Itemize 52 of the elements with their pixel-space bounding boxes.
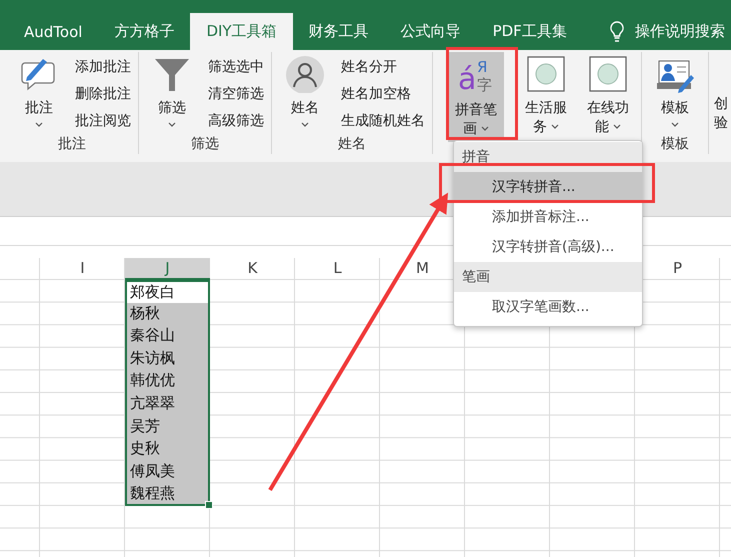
ribbon-button[interactable]: 批注阅览: [73, 110, 133, 132]
ribbon-tab[interactable]: 财务工具: [292, 13, 385, 50]
person-icon: [285, 55, 325, 93]
ribbon-button[interactable]: 在线功能: [580, 52, 636, 142]
menu-item[interactable]: 汉字转拼音(高级)...: [454, 232, 642, 262]
ribbon-tab[interactable]: DIY工具箱: [190, 13, 293, 50]
ribbon-button[interactable]: 清空筛选: [206, 83, 266, 105]
group-label: 模板: [660, 135, 690, 154]
column-header[interactable]: K: [210, 258, 295, 280]
ribbon-tab[interactable]: 公式向导: [384, 13, 477, 50]
ribbon-button[interactable]: 创验: [714, 52, 731, 136]
group-label: 批注: [57, 135, 87, 154]
table-cell[interactable]: 韩优优: [125, 370, 210, 393]
table-cell[interactable]: 秦谷山: [125, 325, 210, 348]
ribbon-button[interactable]: 筛选选中: [206, 56, 266, 78]
table-cell[interactable]: 魏程燕: [125, 483, 210, 506]
table-cell[interactable]: 杨秋: [125, 302, 210, 326]
table-cell[interactable]: 亢翠翠: [125, 392, 210, 416]
column-header[interactable]: I: [40, 258, 125, 280]
ribbon-tab[interactable]: AudTool: [8, 13, 98, 50]
column-header[interactable]: J: [125, 258, 210, 280]
ribbon-button[interactable]: 删除批注: [73, 83, 133, 105]
circle-box-icon: [588, 55, 628, 93]
lightbulb-icon: [608, 20, 625, 44]
group-label: 姓名: [337, 135, 367, 154]
search-hint[interactable]: 操作说明搜索: [634, 22, 725, 41]
circle-box-icon: [526, 55, 566, 93]
menu-heading: 笔画: [454, 262, 642, 292]
ribbon-tab[interactable]: 方方格子: [98, 13, 190, 50]
table-cell[interactable]: 史秋: [125, 438, 210, 461]
ribbon-button[interactable]: 姓名加空格: [339, 83, 427, 105]
ribbon-button[interactable]: 生成随机姓名: [339, 110, 427, 132]
table-cell[interactable]: 吴芳: [125, 416, 210, 438]
table-cell[interactable]: 朱访枫: [125, 348, 210, 370]
ribbon-button[interactable]: 添加批注: [73, 56, 133, 78]
ribbon-button[interactable]: 高级筛选: [206, 110, 266, 132]
table-cell[interactable]: 傅凤美: [125, 460, 210, 484]
ribbon-button[interactable]: 姓名分开: [339, 56, 427, 78]
menu-item[interactable]: 汉字转拼音...: [454, 172, 642, 202]
menu-item[interactable]: 添加拼音标注...: [454, 202, 642, 232]
fill-handle[interactable]: [205, 500, 213, 509]
ribbon-button[interactable]: 姓名: [277, 52, 333, 134]
ribbon-button[interactable]: 模板: [647, 52, 703, 134]
column-header[interactable]: L: [295, 258, 380, 280]
group-label: 筛选: [190, 135, 220, 154]
ribbon-button[interactable]: 批注: [11, 52, 67, 134]
ribbon-button[interactable]: 筛选: [144, 52, 200, 134]
ribbon-button[interactable]: 生活服务: [518, 52, 574, 142]
ribbon-tab[interactable]: PDF工具集: [476, 13, 583, 50]
menu-heading: 拼音: [454, 142, 642, 172]
menu-item[interactable]: 取汉字笔画数...: [454, 292, 642, 322]
table-cell[interactable]: 郑夜白: [125, 280, 210, 303]
